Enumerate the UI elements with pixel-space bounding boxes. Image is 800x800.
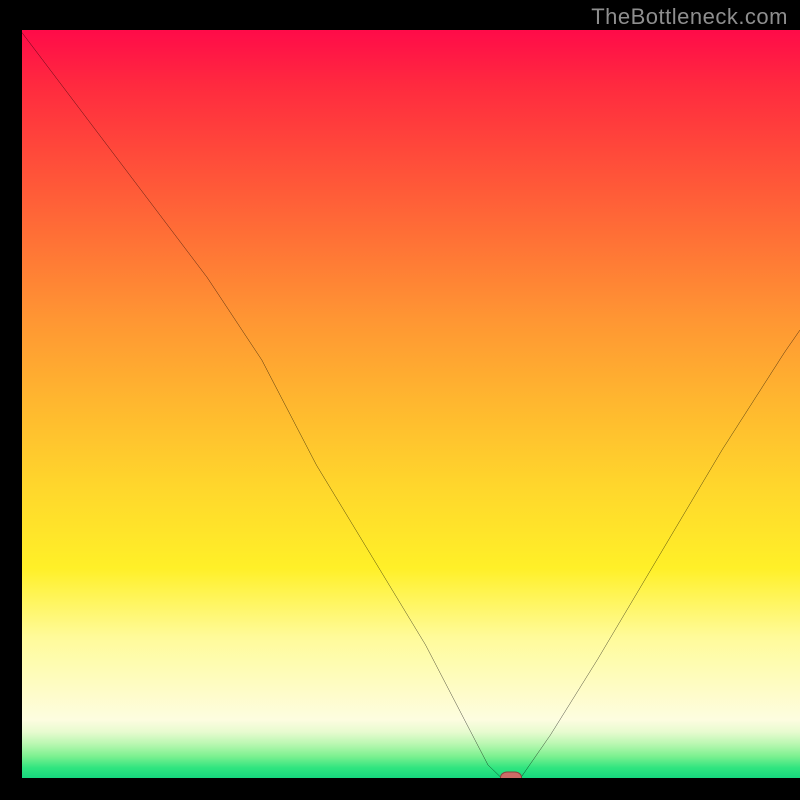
plot-area [20, 30, 800, 780]
gradient-bottom [20, 720, 800, 780]
chart-frame: TheBottleneck.com [0, 0, 800, 800]
y-axis [20, 30, 22, 780]
x-axis [20, 778, 800, 780]
gradient-top [20, 30, 800, 720]
watermark-text: TheBottleneck.com [591, 4, 788, 30]
